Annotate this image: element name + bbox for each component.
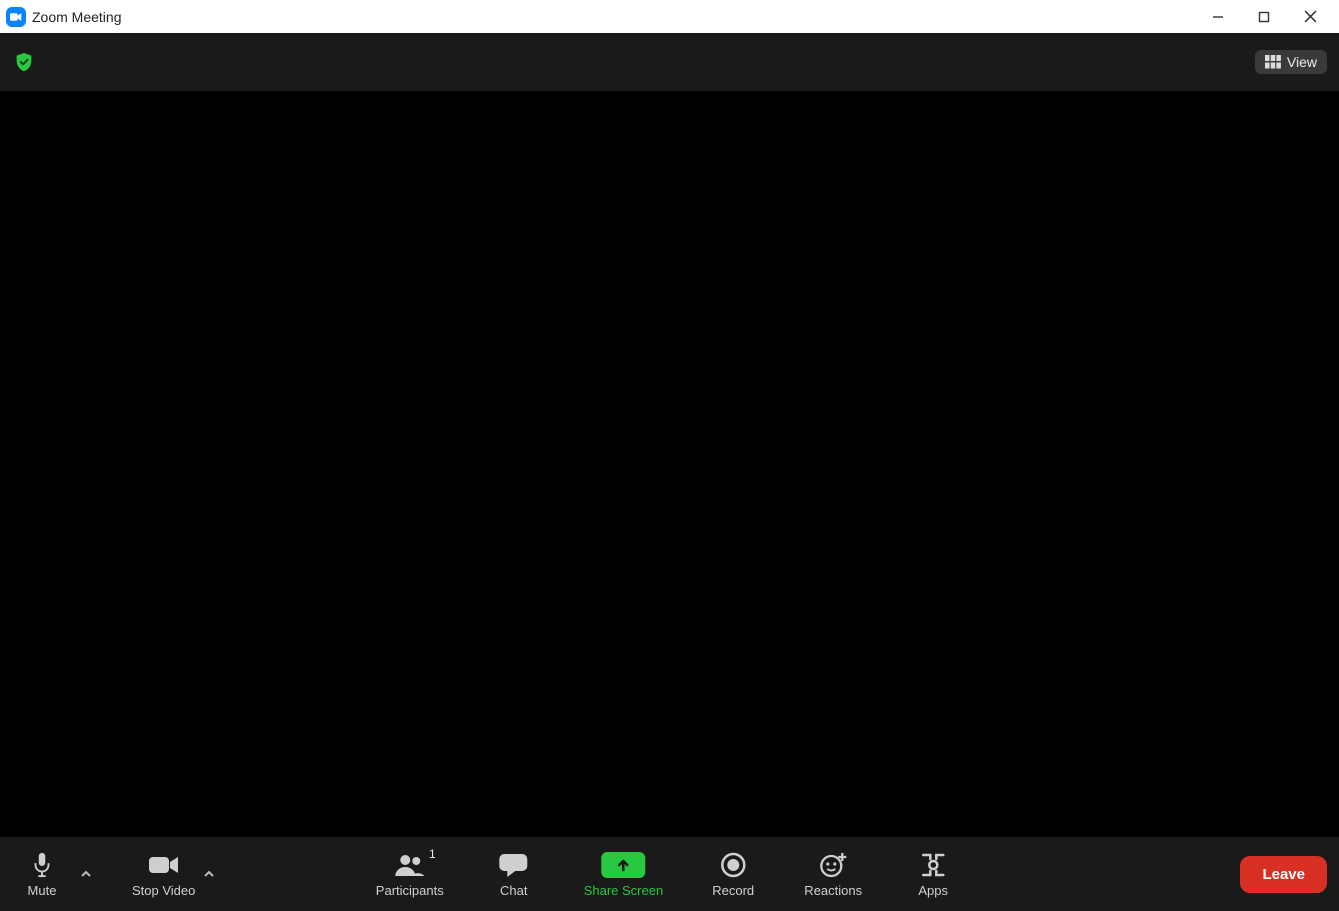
chevron-up-icon — [80, 868, 92, 880]
reactions-button[interactable]: Reactions — [803, 851, 863, 898]
window-title: Zoom Meeting — [32, 9, 121, 25]
apps-button[interactable]: Apps — [903, 851, 963, 898]
stop-video-button[interactable]: Stop Video — [132, 851, 195, 898]
view-button[interactable]: View — [1255, 50, 1327, 74]
meeting-toolbar: Mute Stop Video 1 Participants — [0, 837, 1339, 911]
zoom-icon — [6, 7, 26, 27]
record-icon — [720, 851, 746, 879]
encryption-shield-icon[interactable] — [12, 50, 36, 74]
record-label: Record — [712, 883, 754, 898]
participants-label: Participants — [376, 883, 444, 898]
mute-button[interactable]: Mute — [12, 851, 72, 898]
leave-button[interactable]: Leave — [1240, 856, 1327, 893]
mute-label: Mute — [28, 883, 57, 898]
video-area — [0, 91, 1339, 837]
title-bar: Zoom Meeting — [0, 0, 1339, 33]
meeting-top-bar: View — [0, 33, 1339, 91]
apps-label: Apps — [918, 883, 948, 898]
view-label: View — [1287, 54, 1317, 70]
participants-button[interactable]: 1 Participants — [376, 851, 444, 898]
video-camera-icon — [148, 851, 180, 879]
leave-label: Leave — [1262, 866, 1305, 883]
record-button[interactable]: Record — [703, 851, 763, 898]
maximize-button[interactable] — [1241, 0, 1287, 33]
apps-icon — [920, 851, 946, 879]
chat-label: Chat — [500, 883, 527, 898]
share-screen-icon — [601, 851, 645, 879]
audio-options-button[interactable] — [74, 862, 98, 886]
reactions-icon — [819, 851, 847, 879]
microphone-icon — [30, 851, 54, 879]
grid-icon — [1265, 55, 1281, 69]
video-options-button[interactable] — [197, 862, 221, 886]
share-screen-label: Share Screen — [584, 883, 664, 898]
chevron-up-icon — [203, 868, 215, 880]
share-screen-button[interactable]: Share Screen — [584, 851, 664, 898]
reactions-label: Reactions — [804, 883, 862, 898]
minimize-button[interactable] — [1195, 0, 1241, 33]
participants-icon: 1 — [394, 851, 426, 879]
participants-count-badge: 1 — [429, 847, 436, 861]
chat-icon — [499, 851, 529, 879]
stop-video-label: Stop Video — [132, 883, 195, 898]
close-button[interactable] — [1287, 0, 1333, 33]
chat-button[interactable]: Chat — [484, 851, 544, 898]
